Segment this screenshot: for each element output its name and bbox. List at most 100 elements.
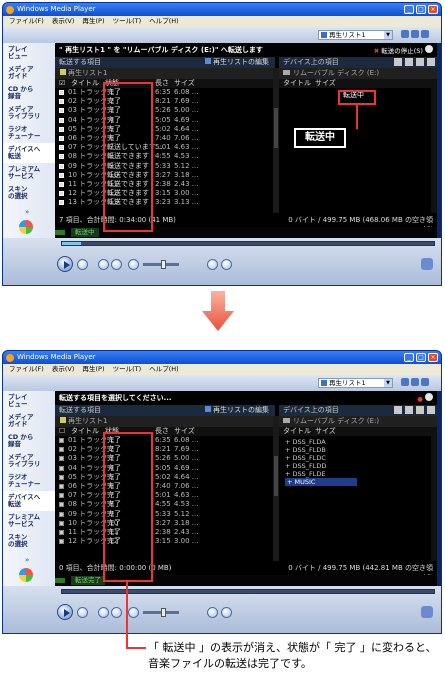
options-icon[interactable]: [421, 378, 429, 386]
playlist-select[interactable]: 再生リスト1 ▼: [318, 378, 393, 388]
task-now-playing[interactable]: プレイ ビュー: [3, 43, 55, 63]
mute-button[interactable]: [128, 259, 139, 270]
track-row[interactable]: 07 トラック 7 転送しています... 5:01 4.63 ...: [55, 143, 273, 152]
device-folder[interactable]: + DSS_FLDA: [285, 438, 357, 446]
task-premium[interactable]: プレミアム サービス: [3, 163, 55, 183]
col-length[interactable]: 長さ: [155, 427, 169, 436]
play-button[interactable]: [57, 604, 73, 620]
scroll-down-icon[interactable]: »: [25, 208, 29, 216]
track-row[interactable]: 09 トラック 9 転送できます 5:33 5.12 ...: [55, 162, 273, 171]
track-checkbox[interactable]: [59, 99, 64, 105]
play-button[interactable]: [57, 256, 73, 272]
volume-slider[interactable]: [143, 260, 179, 269]
volume-thumb[interactable]: [161, 260, 166, 269]
menu-view[interactable]: 表示(V): [52, 364, 75, 375]
task-copy-device[interactable]: デバイスへ 転送: [3, 491, 55, 511]
menu-play[interactable]: 再生(P): [83, 364, 105, 375]
track-checkbox[interactable]: [59, 484, 64, 489]
refresh-icon[interactable]: [427, 58, 435, 66]
track-checkbox[interactable]: [59, 145, 64, 151]
forward-button[interactable]: [221, 259, 232, 270]
track-checkbox[interactable]: [59, 154, 64, 160]
track-row[interactable]: 04 トラック 4 完了 5:05 4.69 ...: [55, 116, 273, 125]
stop-button[interactable]: [77, 259, 88, 270]
track-row[interactable]: 07 トラック 7 完了 5:01 4.63 ...: [55, 491, 273, 500]
shuffle-icon[interactable]: [401, 378, 409, 386]
device-folder[interactable]: + DSS_FLDB: [285, 446, 357, 454]
stop-button[interactable]: [77, 607, 88, 618]
track-checkbox[interactable]: [59, 117, 64, 123]
device-info-icon[interactable]: [394, 58, 402, 66]
close-button[interactable]: ×: [428, 353, 438, 362]
track-row[interactable]: 04 トラック 4 完了 5:05 4.69 ...: [55, 464, 273, 473]
track-checkbox[interactable]: [59, 172, 64, 178]
col-title[interactable]: タイトル: [71, 427, 99, 436]
right-scrollbar[interactable]: [431, 88, 437, 213]
track-checkbox[interactable]: [59, 511, 64, 517]
scroll-thumb[interactable]: [274, 108, 278, 148]
compact-mode-icon[interactable]: [411, 30, 419, 38]
track-row[interactable]: 12 トラック 12 完了 3:15 3.00 ...: [55, 537, 273, 546]
delete-icon[interactable]: [416, 406, 424, 414]
task-copy-cd[interactable]: CD から 録音: [3, 83, 55, 103]
track-checkbox[interactable]: [59, 136, 64, 141]
maximize-button[interactable]: □: [416, 353, 426, 362]
task-skin[interactable]: スキン の選択: [3, 531, 55, 551]
help-icon[interactable]: [425, 393, 433, 401]
task-copy-cd[interactable]: CD から 録音: [3, 431, 55, 451]
col-title[interactable]: タイトル: [71, 79, 99, 88]
forward-button[interactable]: [221, 607, 232, 618]
folder-icon[interactable]: [405, 406, 413, 414]
col-length[interactable]: 長さ: [155, 79, 169, 88]
next-button[interactable]: [111, 259, 122, 270]
task-now-playing[interactable]: プレイ ビュー: [3, 391, 55, 411]
rcol-size[interactable]: サイズ: [315, 427, 336, 436]
track-checkbox[interactable]: [59, 126, 64, 132]
track-row[interactable]: 09 トラック 9 完了 5:33 5.12 ...: [55, 510, 273, 519]
previous-button[interactable]: [98, 607, 109, 618]
track-checkbox[interactable]: [59, 474, 64, 480]
track-checkbox[interactable]: [59, 530, 64, 535]
track-row[interactable]: 05 トラック 5 完了 5:02 4.64 ...: [55, 473, 273, 482]
task-radio[interactable]: ラジオ チューナー: [3, 123, 55, 143]
select-all-checkbox[interactable]: ☐: [59, 427, 65, 436]
device-folder[interactable]: + DSS_FLDE: [285, 470, 357, 478]
left-playlist-bar[interactable]: 再生リスト1: [55, 416, 273, 427]
track-row[interactable]: 03 トラック 3 完了 5:26 5.00 ...: [55, 454, 273, 463]
device-folder[interactable]: + DSS_FLDC: [285, 454, 357, 462]
track-row[interactable]: 03 トラック 3 完了 5:26 5.00 ...: [55, 106, 273, 115]
menu-view[interactable]: 表示(V): [52, 16, 75, 27]
stop-transfer-button[interactable]: ✖ 転送の停止(S): [374, 45, 433, 56]
minimize-button[interactable]: _: [404, 5, 414, 14]
track-checkbox[interactable]: [59, 465, 64, 471]
track-checkbox[interactable]: [59, 438, 64, 443]
device-folder[interactable]: + MUSIC: [285, 478, 357, 486]
scroll-down-icon[interactable]: »: [25, 556, 29, 564]
device-folder[interactable]: + DSS_FLDD: [285, 462, 357, 470]
volume-slider[interactable]: [143, 608, 179, 617]
menu-file[interactable]: ファイル(F): [9, 364, 44, 375]
switch-skin-button[interactable]: [421, 258, 433, 270]
rcol-title[interactable]: タイトル: [283, 79, 311, 88]
track-row[interactable]: 11 トラック 11 完了 2:38 2.43 ...: [55, 528, 273, 537]
track-checkbox[interactable]: [59, 108, 64, 114]
menu-file[interactable]: ファイル(F): [9, 16, 44, 27]
menu-tools[interactable]: ツール(T): [113, 16, 142, 27]
device-select[interactable]: リムーバブル ディスク (E:): [279, 416, 437, 427]
track-row[interactable]: 13 トラック 13 転送できます 3:23 3.13 ...: [55, 198, 273, 207]
track-row[interactable]: 05 トラック 5 完了 5:02 4.64 ...: [55, 125, 273, 134]
task-library[interactable]: メディア ライブラリ: [3, 451, 55, 471]
volume-thumb[interactable]: [161, 608, 166, 617]
compact-mode-icon[interactable]: [411, 378, 419, 386]
menu-play[interactable]: 再生(P): [83, 16, 105, 27]
delete-icon[interactable]: [416, 58, 424, 66]
refresh-icon[interactable]: [427, 406, 435, 414]
track-row[interactable]: 01 トラック 1 完了 6:35 6.08 ...: [55, 88, 273, 97]
playlist-select[interactable]: 再生リスト1 ▼: [318, 30, 393, 40]
track-checkbox[interactable]: [59, 182, 64, 187]
seek-bar[interactable]: [61, 589, 435, 594]
device-info-icon[interactable]: [394, 406, 402, 414]
task-library[interactable]: メディア ライブラリ: [3, 103, 55, 123]
scroll-thumb[interactable]: [274, 456, 278, 496]
track-row[interactable]: 02 トラック 2 完了 8:21 7.69 ...: [55, 97, 273, 106]
